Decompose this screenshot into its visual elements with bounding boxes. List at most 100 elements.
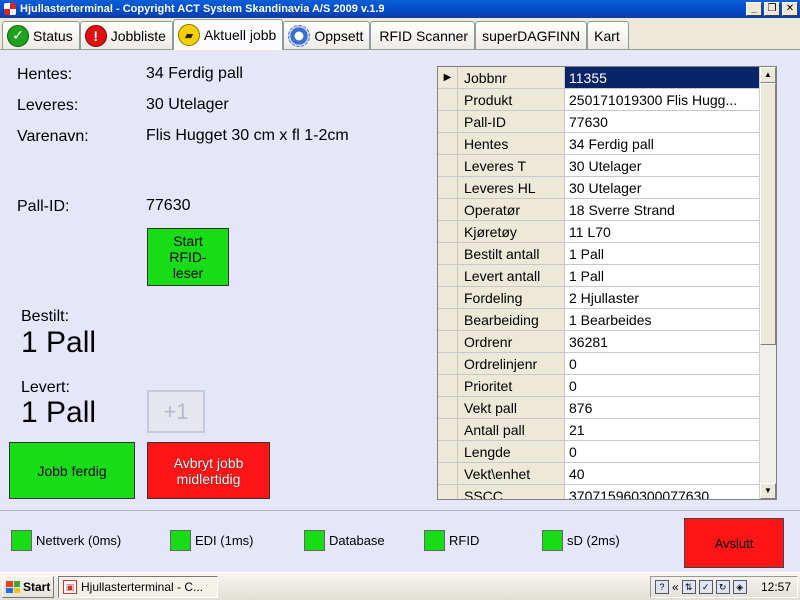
grid-row[interactable]: Operatør 18 Sverre Strand — [438, 199, 760, 221]
security-icon[interactable]: ✓ — [698, 580, 713, 594]
scroll-thumb[interactable] — [760, 83, 776, 345]
row-selector[interactable] — [438, 133, 458, 154]
row-selector[interactable] — [438, 265, 458, 286]
grid-key: Vekt pall — [458, 397, 565, 418]
grid-value[interactable]: 2 Hjullaster — [565, 287, 760, 308]
grid-value[interactable]: 0 — [565, 353, 760, 374]
help-icon[interactable]: ? — [655, 580, 669, 594]
status-label: sD (2ms) — [567, 533, 620, 548]
grid-value[interactable]: 40 — [565, 463, 760, 484]
avbryt-jobb-button[interactable]: Avbryt jobb midlertidig — [147, 442, 270, 499]
grid-row[interactable]: Vekt\enhet 40 — [438, 463, 760, 485]
row-selector[interactable] — [438, 221, 458, 242]
shield-icon[interactable]: ◈ — [732, 580, 747, 594]
row-selector[interactable] — [438, 331, 458, 352]
row-selector[interactable] — [438, 419, 458, 440]
taskbar-app-button[interactable]: ▣ Hjullasterterminal - C... — [58, 576, 218, 598]
start-rfid-button[interactable]: Start RFID-leser — [147, 228, 229, 286]
start-button[interactable]: Start — [2, 576, 54, 598]
grid-value[interactable]: 77630 — [565, 111, 760, 132]
grid-row[interactable]: Ordrelinjenr 0 — [438, 353, 760, 375]
network-icon[interactable]: ⇅ — [681, 580, 696, 594]
grid-value[interactable]: 36281 — [565, 331, 760, 352]
grid-key: Fordeling — [458, 287, 565, 308]
restore-button[interactable]: ❐ — [764, 2, 780, 16]
grid-row[interactable]: ▶ Jobbnr 11355 — [438, 67, 760, 89]
tab-label: superDAGFINN — [482, 27, 581, 44]
grid-value[interactable]: 1 Pall — [565, 265, 760, 286]
sync-icon[interactable]: ↻ — [715, 580, 730, 594]
grid-key: Produkt — [458, 89, 565, 110]
row-selector[interactable] — [438, 243, 458, 264]
row-selector[interactable] — [438, 485, 458, 499]
grid-value[interactable]: 250171019300 Flis Hugg... — [565, 89, 760, 110]
close-button[interactable]: ✕ — [782, 2, 798, 16]
row-selector[interactable] — [438, 309, 458, 330]
tab-status[interactable]: ✓ Status — [2, 21, 80, 49]
grid-row[interactable]: Vekt pall 876 — [438, 397, 760, 419]
pallid-value: 77630 — [146, 197, 191, 214]
minimize-button[interactable]: _ — [746, 2, 762, 16]
grid-row[interactable]: Bestilt antall 1 Pall — [438, 243, 760, 265]
tab-kart[interactable]: Kart — [587, 21, 629, 49]
grid-row[interactable]: Produkt 250171019300 Flis Hugg... — [438, 89, 760, 111]
scroll-up-icon[interactable]: ▲ — [760, 67, 776, 83]
grid-row[interactable]: Antall pall 21 — [438, 419, 760, 441]
grid-value[interactable]: 21 — [565, 419, 760, 440]
row-selector[interactable] — [438, 155, 458, 176]
grid-row[interactable]: Fordeling 2 Hjullaster — [438, 287, 760, 309]
tab-jobbliste[interactable]: ! Jobbliste — [79, 21, 173, 49]
scroll-down-icon[interactable]: ▼ — [760, 483, 776, 499]
app-icon — [3, 2, 17, 16]
taskbar-app-label: Hjullasterterminal - C... — [81, 580, 204, 594]
tab-aktuell-jobb[interactable]: ▰ Aktuell jobb — [172, 19, 284, 50]
grid-value[interactable]: 34 Ferdig pall — [565, 133, 760, 154]
row-selector[interactable] — [438, 287, 458, 308]
grid-row[interactable]: Bearbeiding 1 Bearbeides — [438, 309, 760, 331]
grid-row[interactable]: Lengde 0 — [438, 441, 760, 463]
grid-value[interactable]: 0 — [565, 375, 760, 396]
row-selector[interactable] — [438, 111, 458, 132]
row-pointer-icon[interactable]: ▶ — [438, 67, 458, 88]
grid-row[interactable]: Ordrenr 36281 — [438, 331, 760, 353]
grid-row[interactable]: SSCC 370715960300077630 — [438, 485, 760, 500]
row-selector[interactable] — [438, 441, 458, 462]
grid-scrollbar[interactable]: ▲ ▼ — [759, 67, 776, 499]
grid-value[interactable]: 30 Utelager — [565, 155, 760, 176]
tab-rfid-scanner[interactable]: RFID Scanner — [370, 21, 476, 49]
gear-icon — [288, 24, 311, 47]
grid-value[interactable]: 1 Pall — [565, 243, 760, 264]
grid-row[interactable]: Pall-ID 77630 — [438, 111, 760, 133]
jobb-ferdig-button[interactable]: Jobb ferdig — [9, 442, 135, 499]
row-selector[interactable] — [438, 177, 458, 198]
status-sd: sD (2ms) — [542, 530, 620, 551]
job-details-grid[interactable]: ▶ Jobbnr 11355 Produkt 250171019300 Flis Hug… — [437, 66, 777, 500]
row-selector[interactable] — [438, 397, 458, 418]
grid-value[interactable]: 30 Utelager — [565, 177, 760, 198]
row-selector[interactable] — [438, 463, 458, 484]
grid-value[interactable]: 1 Bearbeides — [565, 309, 760, 330]
grid-value[interactable]: 11355 — [565, 67, 760, 88]
red-exclamation-icon: ! — [84, 24, 107, 47]
grid-row[interactable]: Leveres T 30 Utelager — [438, 155, 760, 177]
grid-row[interactable]: Levert antall 1 Pall — [438, 265, 760, 287]
grid-value[interactable]: 18 Sverre Strand — [565, 199, 760, 220]
grid-row[interactable]: Kjøretøy 11 L70 — [438, 221, 760, 243]
grid-value[interactable]: 876 — [565, 397, 760, 418]
grid-value[interactable]: 0 — [565, 441, 760, 462]
tray-expand-icon[interactable]: « — [672, 580, 679, 594]
tab-superdagfinn[interactable]: superDAGFINN — [475, 21, 588, 49]
grid-value[interactable]: 11 L70 — [565, 221, 760, 242]
grid-row[interactable]: Hentes 34 Ferdig pall — [438, 133, 760, 155]
row-selector[interactable] — [438, 89, 458, 110]
plus-one-button[interactable]: +1 — [147, 390, 205, 433]
row-selector[interactable] — [438, 375, 458, 396]
tab-oppsett[interactable]: Oppsett — [283, 21, 371, 49]
avslutt-button[interactable]: Avslutt — [684, 518, 784, 568]
grid-row[interactable]: Prioritet 0 — [438, 375, 760, 397]
grid-value[interactable]: 370715960300077630 — [565, 485, 760, 500]
row-selector[interactable] — [438, 199, 458, 220]
grid-row[interactable]: Leveres HL 30 Utelager — [438, 177, 760, 199]
row-selector[interactable] — [438, 353, 458, 374]
tab-label: Aktuell jobb — [203, 27, 277, 43]
